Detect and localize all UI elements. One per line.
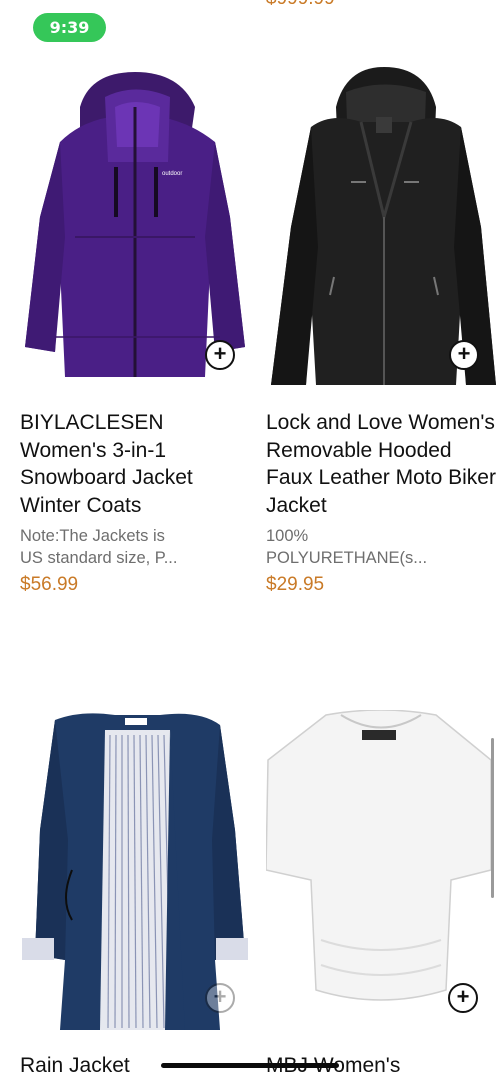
add-to-cart-icon[interactable]: [205, 340, 235, 370]
home-indicator[interactable]: [161, 1063, 339, 1068]
product-price: $29.95: [266, 574, 325, 595]
navy-jacket-illustration: [22, 713, 248, 1030]
product-price: $56.99: [20, 574, 79, 595]
previous-row-price: $999.99: [266, 0, 335, 10]
product-title[interactable]: Lock and Love Women's Removable Hooded F…: [266, 409, 496, 519]
scroll-indicator[interactable]: [491, 738, 494, 898]
add-to-cart-icon[interactable]: [448, 983, 478, 1013]
product-card-1[interactable]: outdoor BIYLACLESEN Women's 3-in-1 Snowb…: [20, 67, 250, 596]
product-image-purple-jacket[interactable]: outdoor: [20, 67, 250, 387]
add-to-cart-icon[interactable]: [205, 983, 235, 1013]
product-note: 100% POLYURETHANE(s...: [266, 527, 428, 567]
purple-jacket-illustration: outdoor: [25, 72, 245, 377]
status-time: 9:39: [33, 13, 106, 42]
product-image-black-leather-jacket[interactable]: [266, 67, 496, 387]
product-card-3[interactable]: Rain Jacket: [20, 710, 250, 1080]
product-note: Note:The Jackets is US standard size, P.…: [20, 527, 178, 567]
product-card-2[interactable]: Lock and Love Women's Removable Hooded F…: [266, 67, 496, 596]
black-jacket-illustration: [271, 67, 496, 385]
product-image-navy-rain-jacket[interactable]: [20, 710, 250, 1030]
add-to-cart-icon[interactable]: [449, 340, 479, 370]
product-card-4[interactable]: MBJ Women's: [266, 710, 496, 1080]
white-top-illustration: [266, 710, 492, 1001]
product-image-white-top[interactable]: [266, 710, 496, 1030]
jacket-brand-logo: outdoor: [162, 171, 182, 177]
product-title[interactable]: BIYLACLESEN Women's 3-in-1 Snowboard Jac…: [20, 409, 250, 519]
